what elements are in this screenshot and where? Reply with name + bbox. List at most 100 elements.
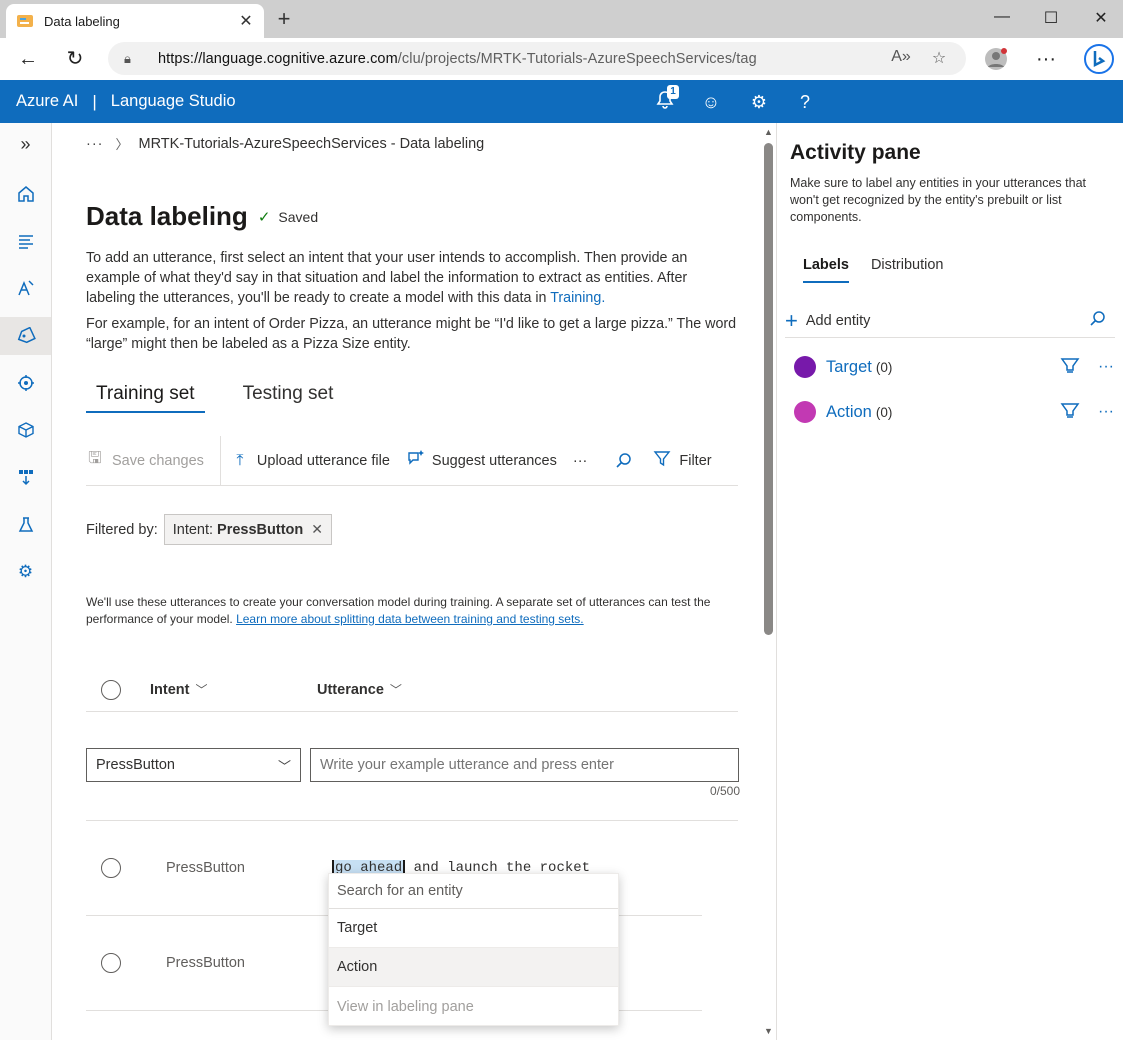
chevron-down-icon: ﹀: [389, 683, 402, 697]
tab-training-set[interactable]: Training set: [86, 378, 205, 413]
close-window-icon[interactable]: ✕: [1091, 8, 1111, 28]
scroll-down-icon[interactable]: ▼: [763, 1026, 774, 1036]
filter-summary: Filtered by: Intent: PressButton ✕: [86, 514, 332, 545]
product-name[interactable]: Language Studio: [111, 92, 236, 111]
learn-more-link[interactable]: Learn more about splitting data between …: [236, 612, 584, 626]
entity-color-dot: [794, 356, 816, 378]
entity-actions: ···: [1042, 356, 1114, 379]
intent-filter-chip[interactable]: Intent: PressButton ✕: [163, 514, 332, 545]
row-select-radio[interactable]: [101, 858, 121, 878]
chip-key: Intent:: [172, 521, 214, 538]
activity-pane-description: Make sure to label any entities in your …: [790, 176, 1086, 224]
help-icon[interactable]: ?: [793, 90, 817, 114]
close-tab-icon[interactable]: ✕: [238, 11, 254, 31]
suggest-label: Suggest utterances: [431, 452, 557, 469]
tab-testing-set[interactable]: Testing set: [233, 378, 344, 413]
entity-item-target[interactable]: Target (0) ···: [794, 352, 1114, 382]
new-tab-button[interactable]: +: [272, 8, 296, 32]
azure-ai-brand[interactable]: Azure AI: [16, 92, 78, 111]
entity-name[interactable]: Target: [826, 358, 872, 377]
scroll-up-icon[interactable]: ▲: [763, 127, 774, 137]
suggest-utterances-button[interactable]: Suggest utterances: [406, 448, 557, 473]
row-intent: PressButton: [166, 955, 245, 971]
add-entity-label: Add entity: [805, 312, 871, 329]
add-entity-button[interactable]: + Add entity: [785, 304, 1115, 338]
chevron-down-icon: ﹀: [195, 683, 208, 697]
notification-count-badge: 1: [667, 85, 679, 99]
lock-icon: 🔒︎: [124, 50, 131, 66]
checkmark-icon: ✓: [257, 208, 271, 226]
training-link[interactable]: Training.: [550, 290, 605, 306]
project-settings-gear-icon[interactable]: ⚙: [0, 553, 51, 591]
intent-column-header[interactable]: Intent ﹀: [150, 681, 317, 698]
filter-button[interactable]: Filter: [653, 449, 712, 472]
back-arrow-icon[interactable]: ←: [16, 47, 40, 71]
highlighter-icon[interactable]: [1060, 401, 1080, 424]
more-options-icon[interactable]: ···: [1098, 403, 1114, 421]
entity-option-action[interactable]: Action: [329, 948, 618, 987]
home-icon[interactable]: [0, 175, 51, 213]
select-all-radio[interactable]: [101, 679, 121, 700]
settings-gear-icon[interactable]: ⚙: [747, 90, 771, 114]
entity-count: (0): [875, 404, 893, 420]
refresh-icon[interactable]: ↻: [63, 47, 87, 71]
entity-definition-icon[interactable]: [0, 269, 51, 307]
highlighter-icon[interactable]: [1060, 356, 1080, 379]
entity-name[interactable]: Action: [826, 403, 872, 422]
deployment-icon[interactable]: [0, 458, 51, 496]
tab-labels[interactable]: Labels: [792, 254, 860, 283]
utterance-column-header[interactable]: Utterance ﹀: [317, 681, 402, 698]
entity-item-action[interactable]: Action (0) ···: [794, 397, 1114, 427]
browser-tab[interactable]: Data labeling ✕: [6, 4, 264, 38]
scrollbar-thumb[interactable]: [764, 143, 773, 635]
filter-funnel-icon: [653, 449, 671, 472]
notifications-bell-icon[interactable]: 1: [653, 85, 679, 114]
page-title: Data labeling ✓ Saved: [86, 201, 318, 232]
search-icon[interactable]: [615, 452, 633, 470]
save-changes-button[interactable]: 🖫︎ Save changes: [86, 447, 204, 474]
row-intent: PressButton: [166, 860, 245, 876]
more-options-icon[interactable]: ···: [1034, 47, 1058, 71]
training-jobs-icon[interactable]: [0, 364, 51, 402]
more-options-icon[interactable]: ···: [1098, 358, 1114, 376]
filtered-by-label: Filtered by:: [86, 521, 158, 538]
data-labeling-tag-icon[interactable]: [0, 317, 51, 355]
testing-flask-icon[interactable]: [0, 506, 51, 544]
entity-color-dot: [794, 401, 816, 423]
feedback-smiley-icon[interactable]: ☺: [699, 90, 723, 114]
more-commands-button[interactable]: ···: [573, 453, 588, 469]
plus-icon: +: [785, 307, 798, 333]
breadcrumb-ellipsis[interactable]: ···: [86, 136, 104, 152]
main-scrollbar[interactable]: ▲ ▼: [760, 123, 777, 1040]
upload-utterance-file-button[interactable]: ⤒ Upload utterance file: [231, 452, 390, 470]
remove-filter-icon[interactable]: ✕: [311, 521, 323, 538]
page-description: To add an utterance, first select an int…: [86, 248, 738, 308]
new-utterance-input[interactable]: [310, 748, 739, 782]
view-in-labeling-pane-option[interactable]: View in labeling pane: [329, 987, 618, 1026]
entity-actions: ···: [1042, 401, 1114, 424]
entity-picker-dropdown: Search for an entity Target Action View …: [328, 873, 619, 1026]
training-help-text: We'll use these utterances to create you…: [86, 594, 746, 627]
search-icon[interactable]: [1089, 310, 1107, 333]
url-text: https://language.cognitive.azure.com/clu…: [158, 50, 757, 67]
new-utterance-intent-dropdown[interactable]: PressButton ﹀: [86, 748, 301, 782]
entity-count: (0): [875, 359, 893, 375]
minimize-icon[interactable]: —: [992, 8, 1012, 26]
row-select-radio[interactable]: [101, 953, 121, 973]
character-counter: 0/500: [709, 784, 740, 798]
read-aloud-icon[interactable]: A»: [890, 48, 912, 66]
page-example-text: For example, for an intent of Order Pizz…: [86, 316, 737, 352]
maximize-icon[interactable]: ☐: [1041, 8, 1061, 28]
command-bar: 🖫︎ Save changes ⤒ Upload utterance file …: [86, 435, 738, 486]
profile-avatar-icon[interactable]: [984, 47, 1008, 71]
model-cube-icon[interactable]: [0, 411, 51, 449]
expand-nav-icon[interactable]: »: [0, 125, 51, 163]
entity-search-input[interactable]: Search for an entity: [329, 874, 618, 909]
schema-list-icon[interactable]: [0, 222, 51, 260]
url-field[interactable]: 🔒︎ https://language.cognitive.azure.com/…: [108, 42, 966, 75]
entity-option-target[interactable]: Target: [329, 909, 618, 948]
tab-distribution[interactable]: Distribution: [860, 254, 955, 283]
bing-copilot-icon[interactable]: [1084, 44, 1114, 74]
add-favorite-icon[interactable]: ☆: [928, 48, 950, 68]
address-bar: ← ↻ 🔒︎ https://language.cognitive.azure.…: [0, 38, 1123, 80]
